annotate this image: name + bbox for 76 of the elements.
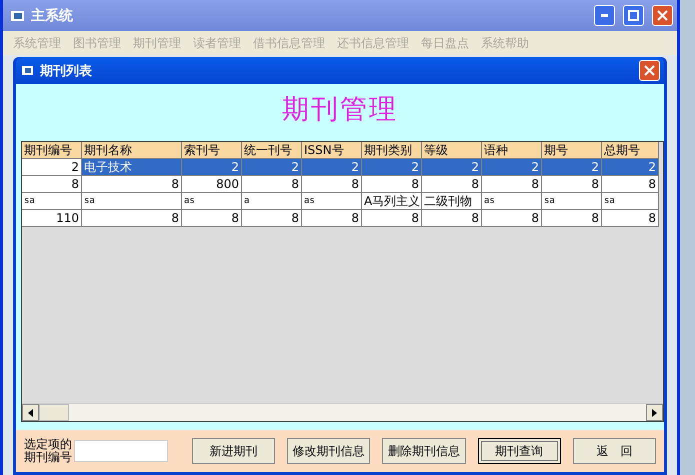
field-label: 选定项的期刊编号 (24, 438, 73, 464)
page-heading: 期刊管理 (282, 92, 398, 126)
table-cell: 8 (182, 210, 242, 227)
table-cell: sa (602, 193, 659, 210)
table-cell: 2 (22, 159, 82, 176)
minimize-button[interactable] (594, 5, 615, 26)
close-button[interactable] (639, 60, 660, 81)
right-arrow-icon (652, 408, 657, 416)
column-header[interactable]: 语种 (482, 142, 542, 159)
action-button[interactable]: 返 回 (572, 438, 656, 464)
table-cell: sa (22, 193, 82, 210)
table-cell: 8 (482, 210, 542, 227)
table-cell: 2 (482, 159, 542, 176)
table-cell: 2 (422, 159, 482, 176)
table-cell: 2 (242, 159, 302, 176)
app-icon (11, 10, 25, 22)
table-cell: a (242, 193, 302, 210)
table-cell: 8 (542, 210, 602, 227)
table-cell: 8 (422, 210, 482, 227)
action-button[interactable]: 修改期刊信息 (287, 438, 370, 464)
minimize-icon (600, 14, 608, 17)
column-header[interactable]: 总期号 (602, 142, 659, 159)
action-button[interactable]: 新进期刊 (192, 438, 276, 464)
maximize-icon (628, 10, 639, 21)
table-cell: 110 (22, 210, 82, 227)
child-window-title: 期刊列表 (40, 62, 93, 80)
column-header[interactable]: 等级 (422, 142, 482, 159)
column-header[interactable]: ISSN号 (302, 142, 362, 159)
table-cell: as (302, 193, 362, 210)
table-cell: 二级刊物 (422, 193, 482, 210)
close-button[interactable] (652, 5, 673, 26)
column-header[interactable]: 期号 (542, 142, 602, 159)
table-cell: 8 (302, 176, 362, 193)
action-button[interactable]: 删除期刊信息 (382, 438, 466, 464)
table-cell: 8 (362, 176, 422, 193)
table-cell: 8 (242, 210, 302, 227)
table-cell: 8 (362, 210, 422, 227)
table-cell: 8 (602, 210, 659, 227)
table-cell: 8 (242, 176, 302, 193)
table-cell: sa (542, 193, 602, 210)
window-icon (22, 66, 34, 76)
column-header[interactable]: 期刊类别 (362, 142, 422, 159)
table-cell: 电子技术 (82, 159, 182, 176)
scrollbar-thumb[interactable] (39, 404, 69, 421)
table-cell: as (182, 193, 242, 210)
table-cell: 8 (602, 176, 659, 193)
table-cell: 8 (22, 176, 82, 193)
table-cell: 2 (182, 159, 242, 176)
table-cell: sa (82, 193, 182, 210)
table-cell: 8 (542, 176, 602, 193)
close-icon (657, 10, 668, 21)
scroll-left-button[interactable] (22, 404, 39, 421)
table-cell: 2 (302, 159, 362, 176)
table-cell: 2 (602, 159, 659, 176)
table-cell: 800 (182, 176, 242, 193)
window-title: 主系统 (31, 6, 74, 24)
table-cell: 8 (482, 176, 542, 193)
column-header[interactable]: 索刊号 (182, 142, 242, 159)
scroll-right-button[interactable] (646, 404, 663, 421)
left-arrow-icon (28, 408, 33, 416)
table-cell: as (482, 193, 542, 210)
column-header[interactable]: 统一刊号 (242, 142, 302, 159)
input-field[interactable] (74, 440, 168, 462)
table-cell: 2 (362, 159, 422, 176)
table-cell: A马列主义 (362, 193, 422, 210)
table-cell: 2 (542, 159, 602, 176)
table-cell: 8 (302, 210, 362, 227)
column-header[interactable]: 期刊名称 (82, 142, 182, 159)
action-button[interactable]: 期刊查询 (478, 438, 561, 464)
table-cell: 8 (82, 176, 182, 193)
maximize-button[interactable] (623, 5, 644, 26)
table-cell: 8 (82, 210, 182, 227)
column-header[interactable]: 期刊编号 (22, 142, 82, 159)
horizontal-scrollbar[interactable] (22, 403, 663, 421)
table-cell: 8 (422, 176, 482, 193)
close-icon (644, 65, 655, 76)
